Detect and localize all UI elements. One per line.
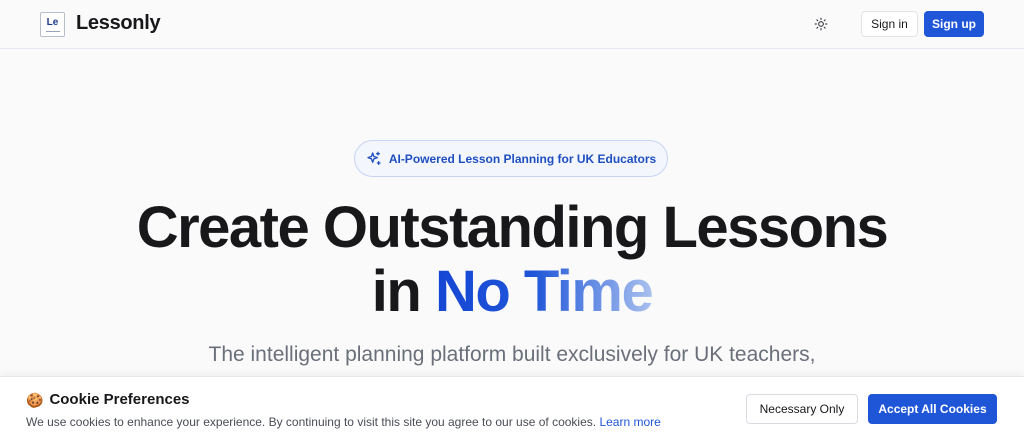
cookie-description-text: We use cookies to enhance your experienc… [26, 415, 597, 429]
sun-icon [814, 17, 828, 31]
sign-up-button[interactable]: Sign up [924, 11, 984, 37]
logo[interactable]: Le [40, 12, 65, 37]
accept-all-cookies-button[interactable]: Accept All Cookies [868, 394, 997, 424]
headline-line-2: in No Time [0, 260, 1024, 324]
theme-toggle-button[interactable] [810, 13, 832, 35]
logo-mark: Le [46, 16, 59, 28]
brand-name[interactable]: Lessonly [76, 12, 161, 35]
sparkles-icon [367, 151, 381, 165]
cookie-banner: 🍪 Cookie Preferences We use cookies to e… [0, 376, 1024, 438]
headline-prefix: in [371, 259, 435, 324]
hero-headline: Create Outstanding Lessons in No Time [0, 196, 1024, 324]
cookie-icon: 🍪 [26, 391, 44, 408]
sign-in-button[interactable]: Sign in [861, 11, 918, 37]
cookie-description: We use cookies to enhance your experienc… [26, 415, 661, 429]
logo-underline [45, 30, 60, 32]
cookie-title: 🍪 Cookie Preferences [26, 391, 190, 408]
headline-line-1: Create Outstanding Lessons [136, 195, 889, 260]
learn-more-link[interactable]: Learn more [599, 415, 660, 429]
hero-subtitle: The intelligent planning platform built … [208, 343, 816, 366]
hero-badge: AI-Powered Lesson Planning for UK Educat… [354, 140, 668, 177]
headline-highlight: No Time [434, 259, 654, 324]
hero-badge-text: AI-Powered Lesson Planning for UK Educat… [388, 151, 657, 166]
site-header: Le Lessonly Sign in Sign up [0, 0, 1024, 49]
cookie-title-text: Cookie Preferences [49, 391, 190, 408]
necessary-only-button[interactable]: Necessary Only [746, 394, 858, 424]
